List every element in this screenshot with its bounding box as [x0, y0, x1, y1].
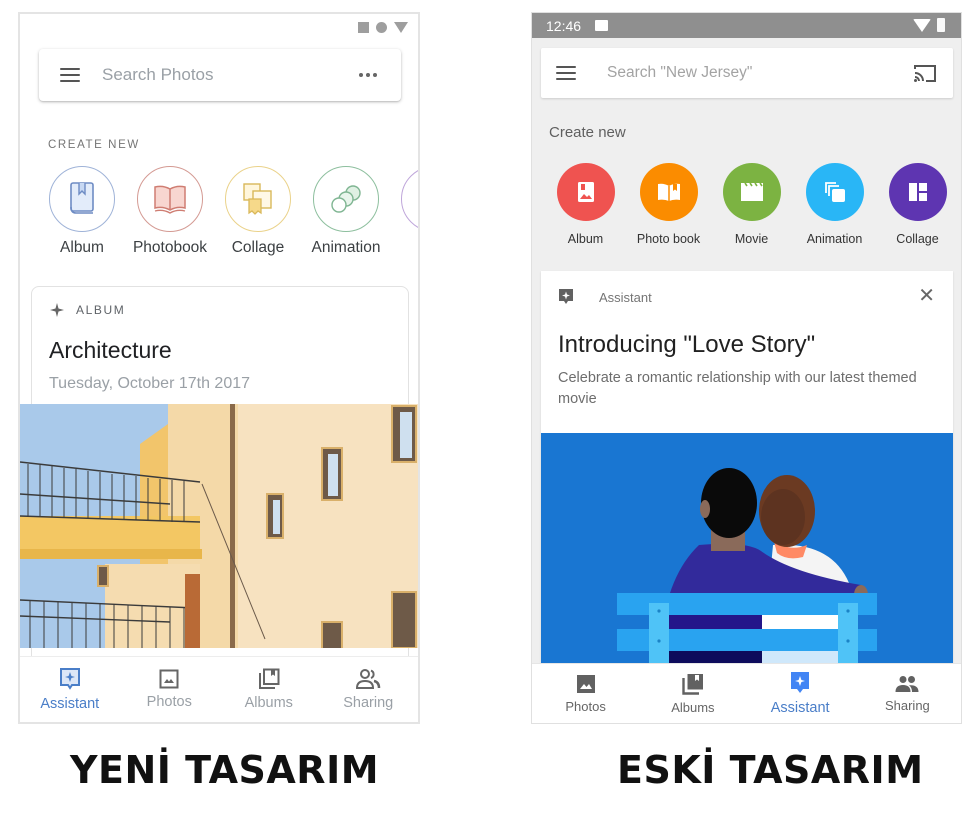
status-time: 12:46	[546, 17, 582, 34]
circle-icon	[376, 22, 387, 33]
search-input[interactable]: Search Photos	[102, 65, 359, 85]
nav-albums[interactable]: Albums	[219, 657, 319, 722]
nav-assistant-label: Assistant	[770, 700, 830, 716]
photo-book-icon	[657, 183, 680, 201]
create-album-button[interactable]: Album	[38, 166, 126, 257]
search-input[interactable]: Search "New Jersey"	[607, 64, 913, 82]
card-header: Assistant	[558, 288, 652, 306]
create-photobook-button[interactable]: Photobook	[126, 166, 214, 257]
people-icon	[895, 675, 919, 692]
collage-icon	[243, 183, 272, 215]
create-movie-button[interactable]: Movie	[710, 163, 793, 246]
search-bar[interactable]: Search "New Jersey"	[541, 48, 953, 98]
old-design-caption: ESKİ TASARIM	[617, 748, 924, 792]
nav-albums[interactable]: Albums	[639, 664, 746, 723]
nav-assistant[interactable]: Assistant	[20, 657, 120, 722]
status-bar: 12:46	[532, 13, 961, 38]
create-animation-button[interactable]: Animation	[302, 166, 390, 257]
create-collage-label: Collage	[896, 232, 939, 246]
create-movie-button[interactable]: Mo	[390, 166, 420, 257]
new-design-phone: Search Photos CREATE NEW Album Photobook…	[18, 12, 420, 724]
nav-sharing-label: Sharing	[884, 697, 930, 713]
card-date: Tuesday, October 17th 2017	[49, 375, 251, 392]
create-photobook-label: Photobook	[132, 239, 208, 256]
close-icon[interactable]: ✕	[918, 286, 935, 306]
animation-icon	[824, 182, 845, 202]
create-collage-label: Collage	[231, 239, 285, 256]
animation-circles-icon	[331, 185, 361, 213]
albums-icon	[258, 668, 280, 689]
create-movie-label: Movie	[734, 232, 769, 246]
square-icon	[358, 22, 369, 33]
hamburger-icon[interactable]	[556, 66, 576, 80]
image-notification-icon	[595, 20, 609, 31]
photo-icon	[159, 669, 179, 689]
nav-assistant-label: Assistant	[40, 696, 100, 712]
create-animation-label: Animation	[311, 239, 381, 256]
bottom-navigation: Photos Albums Assistant Sharing	[532, 663, 961, 723]
card-description: Celebrate a romantic relationship with o…	[558, 370, 917, 407]
nav-albums-label: Albums	[244, 695, 293, 711]
nav-photos-label: Photos	[565, 698, 606, 714]
card-title: Architecture	[49, 337, 172, 363]
nav-sharing-label: Sharing	[343, 695, 394, 711]
search-bar[interactable]: Search Photos	[39, 49, 401, 101]
photo-icon	[576, 674, 595, 693]
wifi-icon	[913, 18, 931, 32]
create-album-label: Album	[60, 239, 104, 256]
assistant-icon	[559, 289, 573, 304]
assistant-icon	[791, 672, 810, 693]
assistant-card[interactable]: Assistant ✕ Introducing "Love Story" Cel…	[541, 271, 953, 671]
album-icon	[577, 182, 594, 202]
create-new-row: Album Photobook Collage Animation	[38, 166, 420, 257]
old-design-phone: 12:46 Search "New Jersey" Create new Alb…	[531, 12, 962, 724]
battery-icon	[937, 18, 945, 32]
more-horizontal-icon[interactable]	[359, 73, 377, 77]
hamburger-icon[interactable]	[60, 68, 80, 82]
album-book-icon	[70, 182, 94, 214]
cast-icon[interactable]	[913, 64, 937, 83]
nav-photos-label: Photos	[146, 694, 192, 710]
new-design-caption: YENİ TASARIM	[70, 748, 380, 792]
card-kind-label: ALBUM	[76, 303, 126, 317]
sparkle-icon	[50, 303, 64, 317]
create-new-label: Create new	[549, 124, 626, 141]
bottom-navigation: Assistant Photos Albums Sharing	[20, 656, 418, 722]
card-title: Introducing "Love Story"	[558, 331, 816, 358]
people-icon	[356, 669, 381, 689]
card-kind: ALBUM	[50, 303, 125, 317]
nav-sharing[interactable]: Sharing	[319, 657, 419, 722]
create-photo-book-button[interactable]: Photo book	[627, 163, 710, 246]
system-status-icons	[358, 22, 408, 33]
nav-photos[interactable]: Photos	[120, 657, 220, 722]
triangle-icon	[394, 22, 408, 33]
movie-icon	[419, 182, 420, 216]
nav-sharing[interactable]: Sharing	[854, 664, 961, 723]
nav-assistant[interactable]: Assistant	[747, 664, 854, 723]
assistant-icon	[59, 668, 80, 690]
create-new-label: CREATE NEW	[48, 139, 140, 151]
movie-clapper-icon	[740, 182, 763, 201]
open-book-icon	[154, 185, 186, 214]
albums-icon	[682, 673, 703, 695]
couple-on-bench-illustration[interactable]	[541, 433, 953, 671]
building-balcony-photo[interactable]	[20, 404, 418, 648]
create-album-label: Album	[567, 232, 604, 246]
create-collage-button[interactable]: Collage	[214, 166, 302, 257]
create-album-button[interactable]: Album	[544, 163, 627, 246]
collage-icon	[908, 183, 927, 201]
create-photo-book-label: Photo book	[636, 232, 701, 246]
card-source: Assistant	[599, 289, 652, 305]
create-new-row: Album Photo book Movie Animation Collage	[544, 163, 959, 246]
create-animation-label: Animation	[806, 232, 863, 246]
create-collage-button[interactable]: Collage	[876, 163, 959, 246]
nav-photos[interactable]: Photos	[532, 664, 639, 723]
nav-albums-label: Albums	[671, 699, 715, 715]
create-animation-button[interactable]: Animation	[793, 163, 876, 246]
